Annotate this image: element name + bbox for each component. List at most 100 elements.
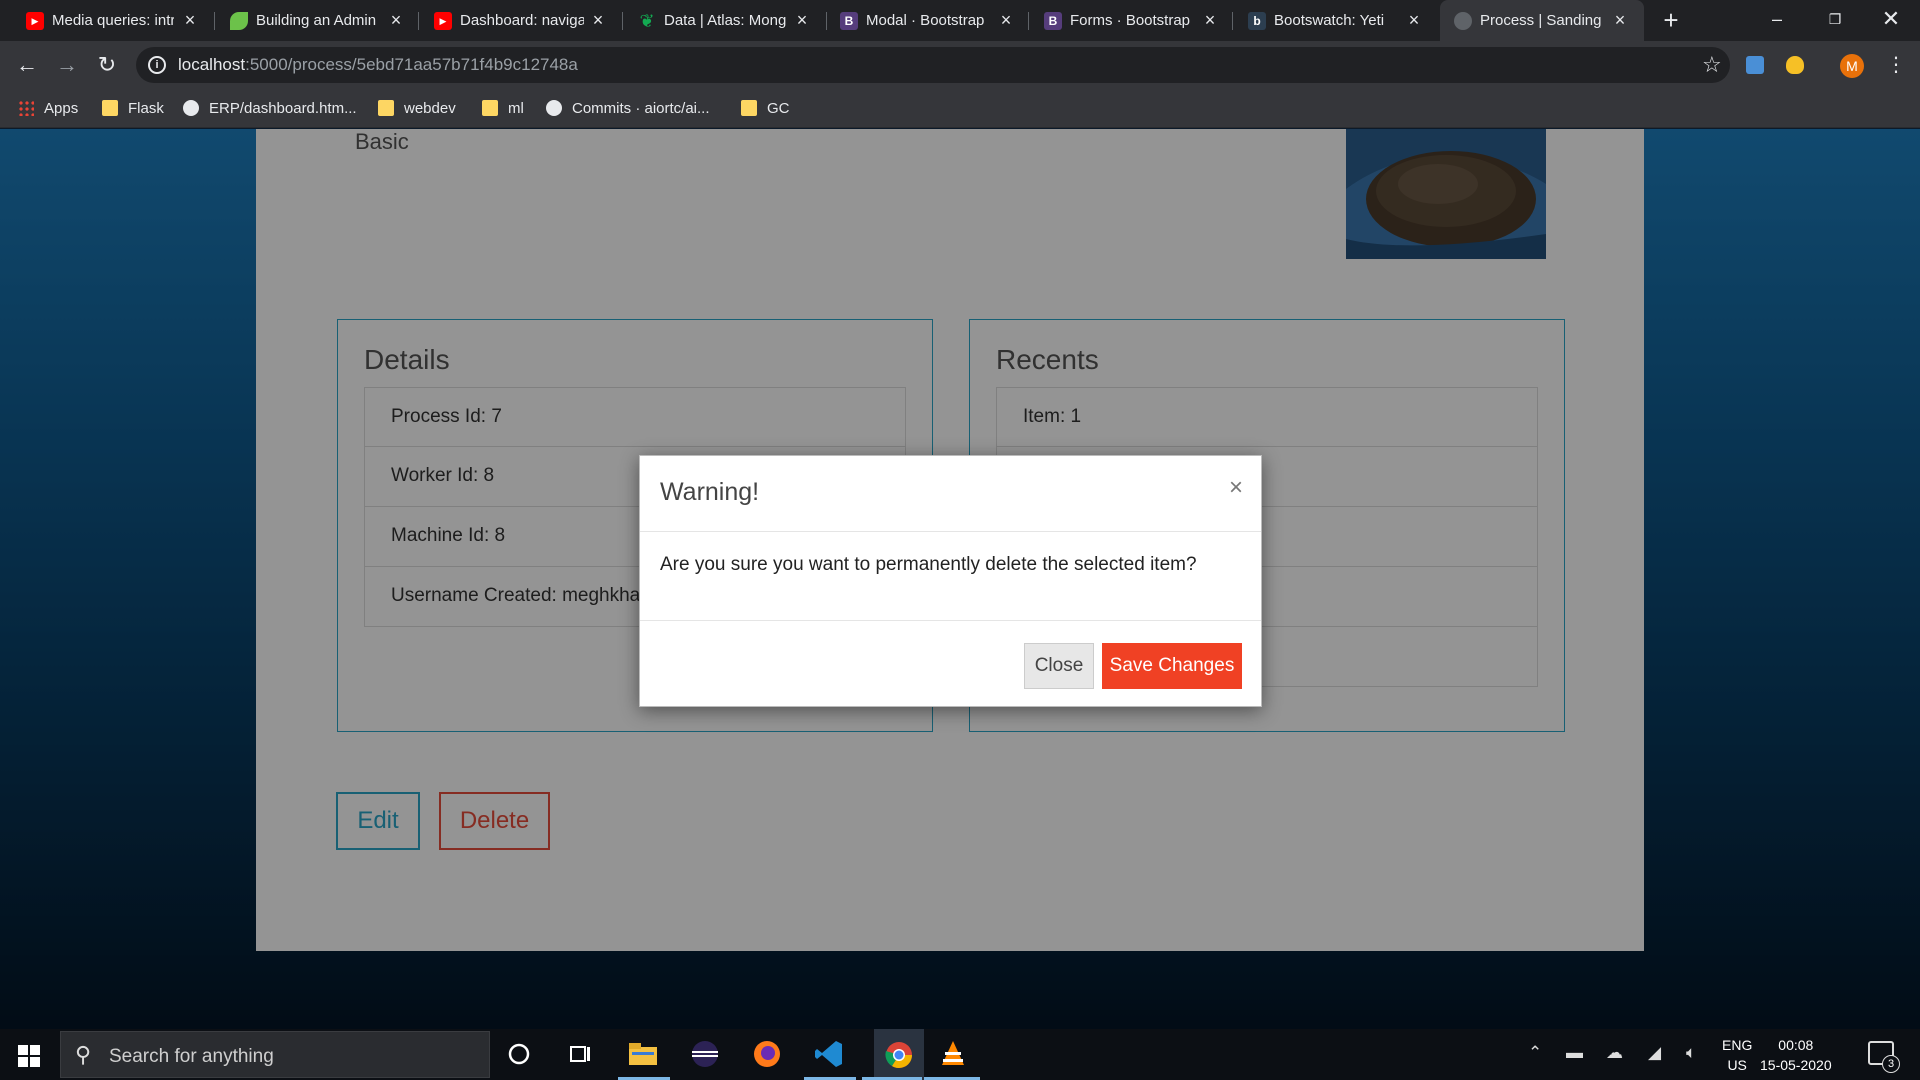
bookmark-folder[interactable]: GC: [741, 97, 790, 119]
save-changes-button[interactable]: Save Changes: [1102, 643, 1242, 689]
file-explorer-icon[interactable]: [626, 1037, 660, 1071]
modal-close-icon[interactable]: ×: [1229, 476, 1243, 500]
url-host: localhost: [178, 55, 246, 74]
bookmark-star-icon[interactable]: ☆: [1702, 52, 1722, 78]
url-path: :5000/process/5ebd71aa57b71f4b9c12748a: [245, 55, 578, 74]
bookmark-apps[interactable]: Apps: [18, 97, 78, 119]
forward-arrow-icon[interactable]: →: [52, 50, 82, 80]
bookmark-label: Commits · aiortc/ai...: [572, 99, 710, 117]
tab-close-icon[interactable]: ×: [386, 10, 406, 30]
tab-label: Building an Admin: [256, 12, 377, 29]
minimize-icon[interactable]: –: [1748, 0, 1806, 41]
search-placeholder: Search for anything: [109, 1046, 274, 1067]
tab-separator: [1028, 12, 1029, 30]
vscode-icon[interactable]: [812, 1037, 846, 1071]
tab-separator: [826, 12, 827, 30]
tab-close-icon[interactable]: ×: [996, 10, 1016, 30]
mongodb-leaf-icon: ❦: [639, 10, 655, 31]
browser-tab[interactable]: Building an Admin ×: [230, 0, 406, 41]
eclipse-icon[interactable]: [688, 1037, 722, 1071]
taskbar-search-box[interactable]: ⚲ Search for anything: [60, 1031, 490, 1078]
bookmark-label: webdev: [404, 99, 456, 117]
bookmark-folder[interactable]: Flask: [102, 97, 164, 119]
browser-tab[interactable]: B Modal · Bootstrap ×: [840, 0, 1016, 41]
tab-close-icon[interactable]: ×: [1610, 10, 1630, 30]
extension-icon[interactable]: [1786, 56, 1804, 74]
volume-icon[interactable]: 🔈︎: [1686, 1043, 1696, 1063]
lang-region: US: [1727, 1057, 1747, 1073]
bookmark-label: ERP/dashboard.htm...: [209, 99, 357, 117]
address-bar[interactable]: i localhost:5000/process/5ebd71aa57b71f4…: [136, 47, 1730, 83]
browser-toolbar: ← → ↻ i localhost:5000/process/5ebd71aa5…: [0, 41, 1920, 89]
window-close-icon[interactable]: ✕: [1862, 0, 1920, 41]
folder-icon: [102, 100, 118, 116]
warning-modal: Warning! × Are you sure you want to perm…: [639, 455, 1262, 707]
browser-tab[interactable]: b Bootswatch: Yeti ×: [1248, 0, 1424, 41]
browser-tab[interactable]: B Forms · Bootstrap ×: [1044, 0, 1220, 41]
chrome-icon[interactable]: [874, 1029, 924, 1080]
globe-icon: [1454, 12, 1472, 30]
tab-close-icon[interactable]: ×: [1404, 10, 1424, 30]
task-view-icon[interactable]: [564, 1037, 598, 1071]
tab-separator: [214, 12, 215, 30]
tab-label: Bootswatch: Yeti: [1274, 12, 1385, 29]
bookmark-label: ml: [508, 99, 524, 117]
onedrive-cloud-icon[interactable]: ☁: [1606, 1043, 1623, 1063]
bootswatch-icon: b: [1248, 12, 1266, 30]
youtube-icon: ▶: [26, 12, 44, 30]
tab-label: Process | Sanding: [1480, 12, 1602, 29]
input-language[interactable]: ENG US: [1722, 1035, 1752, 1075]
browser-tab[interactable]: ▶ Dashboard: naviga ×: [434, 0, 608, 41]
modal-footer: Close Save Changes: [640, 620, 1261, 708]
tab-close-icon[interactable]: ×: [792, 10, 812, 30]
restore-icon[interactable]: ❐: [1806, 0, 1864, 41]
browser-tab[interactable]: ▶ Media queries: intr ×: [26, 0, 200, 41]
profile-avatar[interactable]: M: [1840, 54, 1864, 78]
tab-close-icon[interactable]: ×: [1200, 10, 1220, 30]
tab-separator: [418, 12, 419, 30]
youtube-icon: ▶: [434, 12, 452, 30]
close-button[interactable]: Close: [1024, 643, 1094, 689]
tab-label: Modal · Bootstrap: [866, 12, 985, 29]
apps-grid-icon: [18, 100, 34, 116]
browser-tab-strip: ▶ Media queries: intr × Building an Admi…: [0, 0, 1920, 41]
firefox-icon[interactable]: [750, 1037, 784, 1071]
tab-close-icon[interactable]: ×: [180, 10, 200, 30]
folder-icon: [378, 100, 394, 116]
tab-close-icon[interactable]: ×: [588, 10, 608, 30]
windows-start-icon[interactable]: [18, 1045, 40, 1067]
search-icon: ⚲: [75, 1042, 92, 1067]
modal-header: Warning! ×: [640, 456, 1261, 532]
bookmark-link[interactable]: Commits · aiortc/ai...: [546, 97, 710, 119]
bookmark-link[interactable]: ERP/dashboard.htm...: [183, 97, 357, 119]
cortana-icon[interactable]: [502, 1037, 536, 1071]
back-arrow-icon[interactable]: ←: [12, 50, 42, 80]
bookmark-label: Flask: [128, 99, 164, 117]
tab-label: Media queries: intr: [52, 12, 174, 29]
url-text[interactable]: localhost:5000/process/5ebd71aa57b71f4b9…: [178, 55, 578, 75]
battery-icon[interactable]: ▬: [1566, 1043, 1583, 1063]
tab-label: Dashboard: naviga: [460, 12, 584, 29]
clock-date: 15-05-2020: [1760, 1057, 1832, 1073]
vlc-icon[interactable]: [936, 1037, 970, 1071]
wifi-icon[interactable]: ◢: [1648, 1043, 1661, 1063]
new-tab-plus-icon[interactable]: +: [1656, 5, 1686, 35]
bookmark-folder[interactable]: ml: [482, 97, 524, 119]
bookmark-label: Apps: [44, 99, 79, 117]
leaf-icon: [230, 12, 248, 30]
github-icon: [546, 100, 562, 116]
extension-icon[interactable]: [1746, 56, 1764, 74]
tray-chevron-up-icon[interactable]: ⌃: [1528, 1043, 1542, 1063]
menu-kebab-icon[interactable]: ⋮: [1886, 51, 1906, 79]
browser-tab[interactable]: ❦ Data | Atlas: Mong ×: [638, 0, 812, 41]
clock-time: 00:08: [1778, 1037, 1814, 1053]
windows-taskbar: ⚲ Search for anything ⌃ ▬ ☁ ◢ 🔈︎ ENG US …: [0, 1029, 1920, 1080]
site-info-icon[interactable]: i: [148, 56, 166, 74]
bookmark-folder[interactable]: webdev: [378, 97, 456, 119]
modal-body-text: Are you sure you want to permanently del…: [660, 554, 1197, 575]
browser-tab-active[interactable]: Process | Sanding ×: [1440, 0, 1644, 41]
reload-icon[interactable]: ↻: [92, 50, 122, 80]
taskbar-clock[interactable]: 00:08 15-05-2020: [1760, 1035, 1832, 1075]
tab-label: Data | Atlas: Mong: [664, 12, 787, 29]
bootstrap-icon: B: [840, 12, 858, 30]
